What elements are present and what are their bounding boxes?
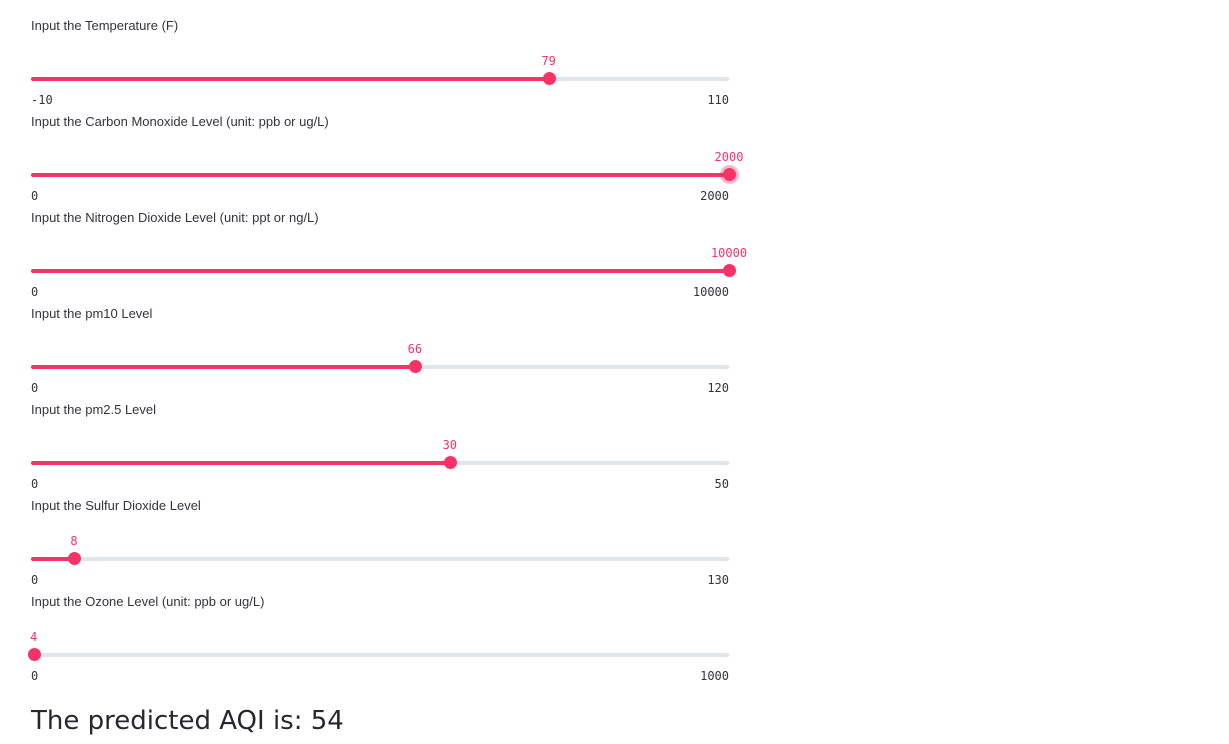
slider-fill bbox=[31, 77, 549, 81]
slider-track[interactable] bbox=[31, 456, 729, 469]
slider-widget: Input the Nitrogen Dioxide Level (unit: … bbox=[31, 210, 747, 306]
slider-thumb[interactable] bbox=[408, 360, 422, 373]
slider-widget: Input the pm2.5 Level 30 0 50 bbox=[31, 402, 729, 498]
slider-thumb[interactable] bbox=[723, 264, 736, 277]
slider-max-label: 10000 bbox=[692, 285, 729, 299]
slider-max-label: 110 bbox=[707, 93, 729, 107]
slider-fill bbox=[31, 269, 729, 273]
slider-track[interactable] bbox=[31, 552, 729, 565]
slider-thumb[interactable] bbox=[723, 168, 736, 181]
slider-track[interactable] bbox=[31, 264, 736, 277]
slider-min-label: 0 bbox=[31, 573, 39, 587]
slider-widget: Input the pm10 Level 66 0 120 bbox=[31, 306, 729, 402]
slider-current-value: 30 bbox=[442, 438, 458, 452]
slider-min-label: 0 bbox=[31, 285, 39, 299]
slider-thumb[interactable] bbox=[67, 552, 81, 565]
predicted-aqi-text: The predicted AQI is: 54 bbox=[31, 706, 344, 736]
slider-thumb[interactable] bbox=[443, 456, 457, 469]
slider-min-label: -10 bbox=[31, 93, 53, 107]
slider-label: Input the pm2.5 Level bbox=[31, 402, 157, 417]
slider-label: Input the Carbon Monoxide Level (unit: p… bbox=[31, 114, 329, 129]
slider-track[interactable] bbox=[31, 360, 729, 373]
slider-min-label: 0 bbox=[31, 477, 39, 491]
slider-thumb[interactable] bbox=[542, 72, 556, 85]
slider-label: Input the Temperature (F) bbox=[31, 18, 179, 33]
slider-label: Input the Sulfur Dioxide Level bbox=[31, 498, 201, 513]
slider-min-label: 0 bbox=[31, 669, 39, 683]
slider-fill bbox=[31, 365, 415, 369]
slider-max-label: 1000 bbox=[700, 669, 729, 683]
slider-track[interactable] bbox=[27, 648, 729, 661]
slider-track[interactable] bbox=[31, 168, 736, 181]
slider-max-label: 2000 bbox=[700, 189, 729, 203]
slider-widget: Input the Carbon Monoxide Level (unit: p… bbox=[31, 114, 743, 210]
slider-max-label: 50 bbox=[714, 477, 729, 491]
slider-widget: Input the Temperature (F) 79 -10 110 bbox=[31, 18, 729, 114]
slider-current-value: 4 bbox=[30, 630, 38, 644]
slider-track[interactable] bbox=[31, 72, 729, 85]
slider-current-value: 66 bbox=[407, 342, 423, 356]
slider-current-value: 2000 bbox=[714, 150, 744, 164]
slider-widget: Input the Ozone Level (unit: ppb or ug/L… bbox=[27, 594, 729, 690]
slider-current-value: 8 bbox=[70, 534, 78, 548]
slider-thumb[interactable] bbox=[27, 648, 41, 661]
slider-label: Input the pm10 Level bbox=[31, 306, 153, 321]
slider-widget: Input the Sulfur Dioxide Level 8 0 130 bbox=[31, 498, 729, 594]
slider-fill bbox=[31, 461, 450, 465]
slider-max-label: 120 bbox=[707, 381, 729, 395]
slider-current-value: 10000 bbox=[710, 246, 748, 260]
slider-label: Input the Nitrogen Dioxide Level (unit: … bbox=[31, 210, 319, 225]
slider-min-label: 0 bbox=[31, 381, 39, 395]
slider-fill bbox=[31, 173, 729, 177]
slider-label: Input the Ozone Level (unit: ppb or ug/L… bbox=[31, 594, 265, 609]
slider-max-label: 130 bbox=[707, 573, 729, 587]
slider-min-label: 0 bbox=[31, 189, 39, 203]
slider-current-value: 79 bbox=[541, 54, 556, 68]
